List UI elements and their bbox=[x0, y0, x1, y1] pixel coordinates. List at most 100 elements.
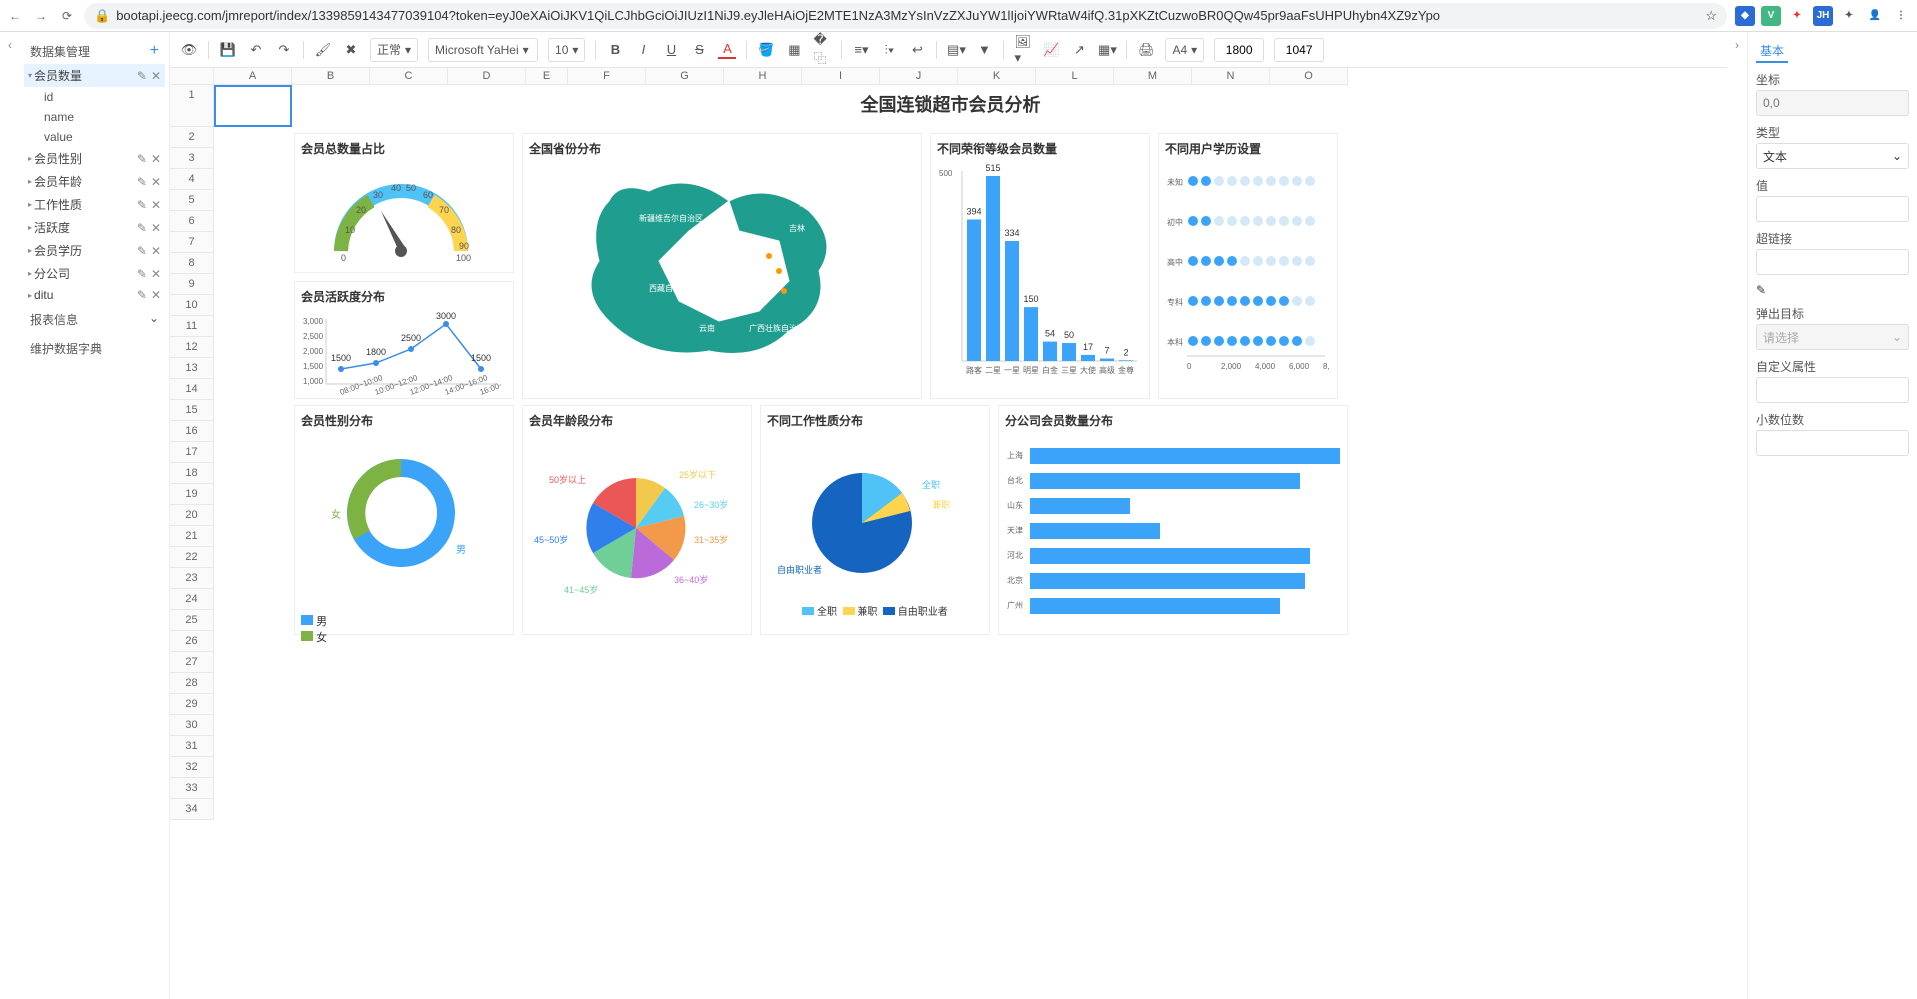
column-header[interactable]: M bbox=[1114, 68, 1192, 85]
row-header[interactable]: 15 bbox=[170, 400, 214, 421]
close-icon[interactable]: ✕ bbox=[151, 288, 161, 302]
edit-icon[interactable]: ✎ bbox=[137, 198, 147, 212]
dataset-field[interactable]: name bbox=[24, 107, 165, 127]
column-header[interactable]: K bbox=[958, 68, 1036, 85]
dataset-field[interactable]: value bbox=[24, 127, 165, 147]
strike-icon[interactable]: S bbox=[690, 41, 708, 59]
dataset-item[interactable]: ▸ 会员学历✎✕ bbox=[24, 239, 165, 262]
row-header[interactable]: 29 bbox=[170, 694, 214, 715]
row-header[interactable]: 21 bbox=[170, 526, 214, 547]
decimal-input[interactable] bbox=[1756, 430, 1909, 456]
brush-icon[interactable]: 🖌 bbox=[314, 41, 332, 59]
column-header[interactable]: C bbox=[370, 68, 448, 85]
edit-icon[interactable]: ✎ bbox=[1756, 283, 1909, 297]
close-icon[interactable]: ✕ bbox=[151, 175, 161, 189]
row-header[interactable]: 16 bbox=[170, 421, 214, 442]
print-icon[interactable]: 🖨 bbox=[1137, 41, 1155, 59]
collapse-right-icon[interactable]: › bbox=[1727, 32, 1747, 999]
row-header[interactable]: 31 bbox=[170, 736, 214, 757]
coord-input[interactable] bbox=[1756, 90, 1909, 116]
page-size-select[interactable]: A4 ▾ bbox=[1165, 38, 1204, 62]
add-dataset-button[interactable]: + bbox=[150, 42, 159, 60]
row-header[interactable]: 3 bbox=[170, 148, 214, 169]
row-header[interactable]: 6 bbox=[170, 211, 214, 232]
row-header[interactable]: 25 bbox=[170, 610, 214, 631]
popup-select[interactable]: 请选择⌄ bbox=[1756, 324, 1909, 350]
row-header[interactable]: 28 bbox=[170, 673, 214, 694]
bold-icon[interactable]: B bbox=[606, 41, 624, 59]
align-h-icon[interactable]: ≡▾ bbox=[852, 41, 870, 59]
column-header[interactable]: H bbox=[724, 68, 802, 85]
dataset-item[interactable]: ▸ 活跃度✎✕ bbox=[24, 216, 165, 239]
row-header[interactable]: 30 bbox=[170, 715, 214, 736]
chevron-down-icon[interactable]: ⌄ bbox=[149, 311, 159, 328]
page-height-input[interactable] bbox=[1274, 38, 1324, 62]
row-header[interactable]: 18 bbox=[170, 463, 214, 484]
column-header[interactable]: I bbox=[802, 68, 880, 85]
custom-input[interactable] bbox=[1756, 377, 1909, 403]
tab-basic[interactable]: 基本 bbox=[1756, 40, 1788, 63]
column-header[interactable]: N bbox=[1192, 68, 1270, 85]
merge-icon[interactable]: �⿻ bbox=[813, 41, 831, 59]
qr-icon[interactable]: ▦▾ bbox=[1098, 41, 1116, 59]
row-header[interactable]: 20 bbox=[170, 505, 214, 526]
row-header[interactable]: 2 bbox=[170, 127, 214, 148]
page-width-input[interactable] bbox=[1214, 38, 1264, 62]
edit-icon[interactable]: ✎ bbox=[137, 69, 147, 83]
row-header[interactable]: 22 bbox=[170, 547, 214, 568]
ext-icon[interactable]: JH bbox=[1813, 6, 1833, 26]
row-header[interactable]: 33 bbox=[170, 778, 214, 799]
row-header[interactable]: 17 bbox=[170, 442, 214, 463]
edit-icon[interactable]: ✎ bbox=[137, 244, 147, 258]
row-header[interactable]: 23 bbox=[170, 568, 214, 589]
row-header[interactable]: 8 bbox=[170, 253, 214, 274]
edit-icon[interactable]: ✎ bbox=[137, 152, 147, 166]
italic-icon[interactable]: I bbox=[634, 41, 652, 59]
dataset-item[interactable]: ▸ ditu✎✕ bbox=[24, 285, 165, 305]
column-header[interactable]: A bbox=[214, 68, 292, 85]
dataset-item[interactable]: ▸ 会员性别✎✕ bbox=[24, 147, 165, 170]
row-header[interactable]: 5 bbox=[170, 190, 214, 211]
row-header[interactable]: 9 bbox=[170, 274, 214, 295]
dataset-item[interactable]: ▸ 会员年龄✎✕ bbox=[24, 170, 165, 193]
row-header[interactable]: 26 bbox=[170, 631, 214, 652]
cell-mode-select[interactable]: 正常 ▾ bbox=[370, 38, 418, 62]
row-header[interactable]: 24 bbox=[170, 589, 214, 610]
column-header[interactable]: G bbox=[646, 68, 724, 85]
dataset-item[interactable]: ▸ 工作性质✎✕ bbox=[24, 193, 165, 216]
column-header[interactable]: E bbox=[526, 68, 568, 85]
redo-icon[interactable]: ↷ bbox=[275, 41, 293, 59]
row-header[interactable]: 10 bbox=[170, 295, 214, 316]
dict-maintain[interactable]: 维护数据字典 bbox=[30, 340, 102, 357]
align-v-icon[interactable]: ⫶▾ bbox=[880, 41, 898, 59]
row-header[interactable]: 27 bbox=[170, 652, 214, 673]
row-header[interactable]: 19 bbox=[170, 484, 214, 505]
report-info[interactable]: 报表信息 bbox=[30, 311, 78, 328]
link-icon[interactable]: ↗ bbox=[1070, 41, 1088, 59]
ext-icon[interactable]: ◆ bbox=[1735, 6, 1755, 26]
link-input[interactable] bbox=[1756, 249, 1909, 275]
row-header[interactable]: 14 bbox=[170, 379, 214, 400]
url-bar[interactable]: 🔒 bootapi.jeecg.com/jmreport/index/13398… bbox=[84, 3, 1727, 29]
ext-puzzle-icon[interactable]: ✦ bbox=[1839, 6, 1859, 26]
edit-icon[interactable]: ✎ bbox=[137, 175, 147, 189]
fill-icon[interactable]: 🪣 bbox=[757, 41, 775, 59]
undo-icon[interactable]: ↶ bbox=[247, 41, 265, 59]
row-header[interactable]: 12 bbox=[170, 337, 214, 358]
row-header[interactable]: 7 bbox=[170, 232, 214, 253]
type-select[interactable]: 文本⌄ bbox=[1756, 143, 1909, 169]
column-header[interactable]: L bbox=[1036, 68, 1114, 85]
star-icon[interactable]: ☆ bbox=[1705, 8, 1717, 24]
image-icon[interactable]: 🖼▾ bbox=[1014, 41, 1032, 59]
dataset-field[interactable]: id bbox=[24, 87, 165, 107]
forward-icon[interactable]: → bbox=[32, 7, 50, 25]
ext-icon[interactable]: ✦ bbox=[1787, 6, 1807, 26]
close-icon[interactable]: ✕ bbox=[151, 198, 161, 212]
value-input[interactable] bbox=[1756, 196, 1909, 222]
ext-vue-icon[interactable]: V bbox=[1761, 6, 1781, 26]
back-icon[interactable]: ← bbox=[6, 7, 24, 25]
row-header[interactable]: 11 bbox=[170, 316, 214, 337]
edit-icon[interactable]: ✎ bbox=[137, 267, 147, 281]
filter-icon[interactable]: ▼ bbox=[975, 41, 993, 59]
column-header[interactable]: D bbox=[448, 68, 526, 85]
